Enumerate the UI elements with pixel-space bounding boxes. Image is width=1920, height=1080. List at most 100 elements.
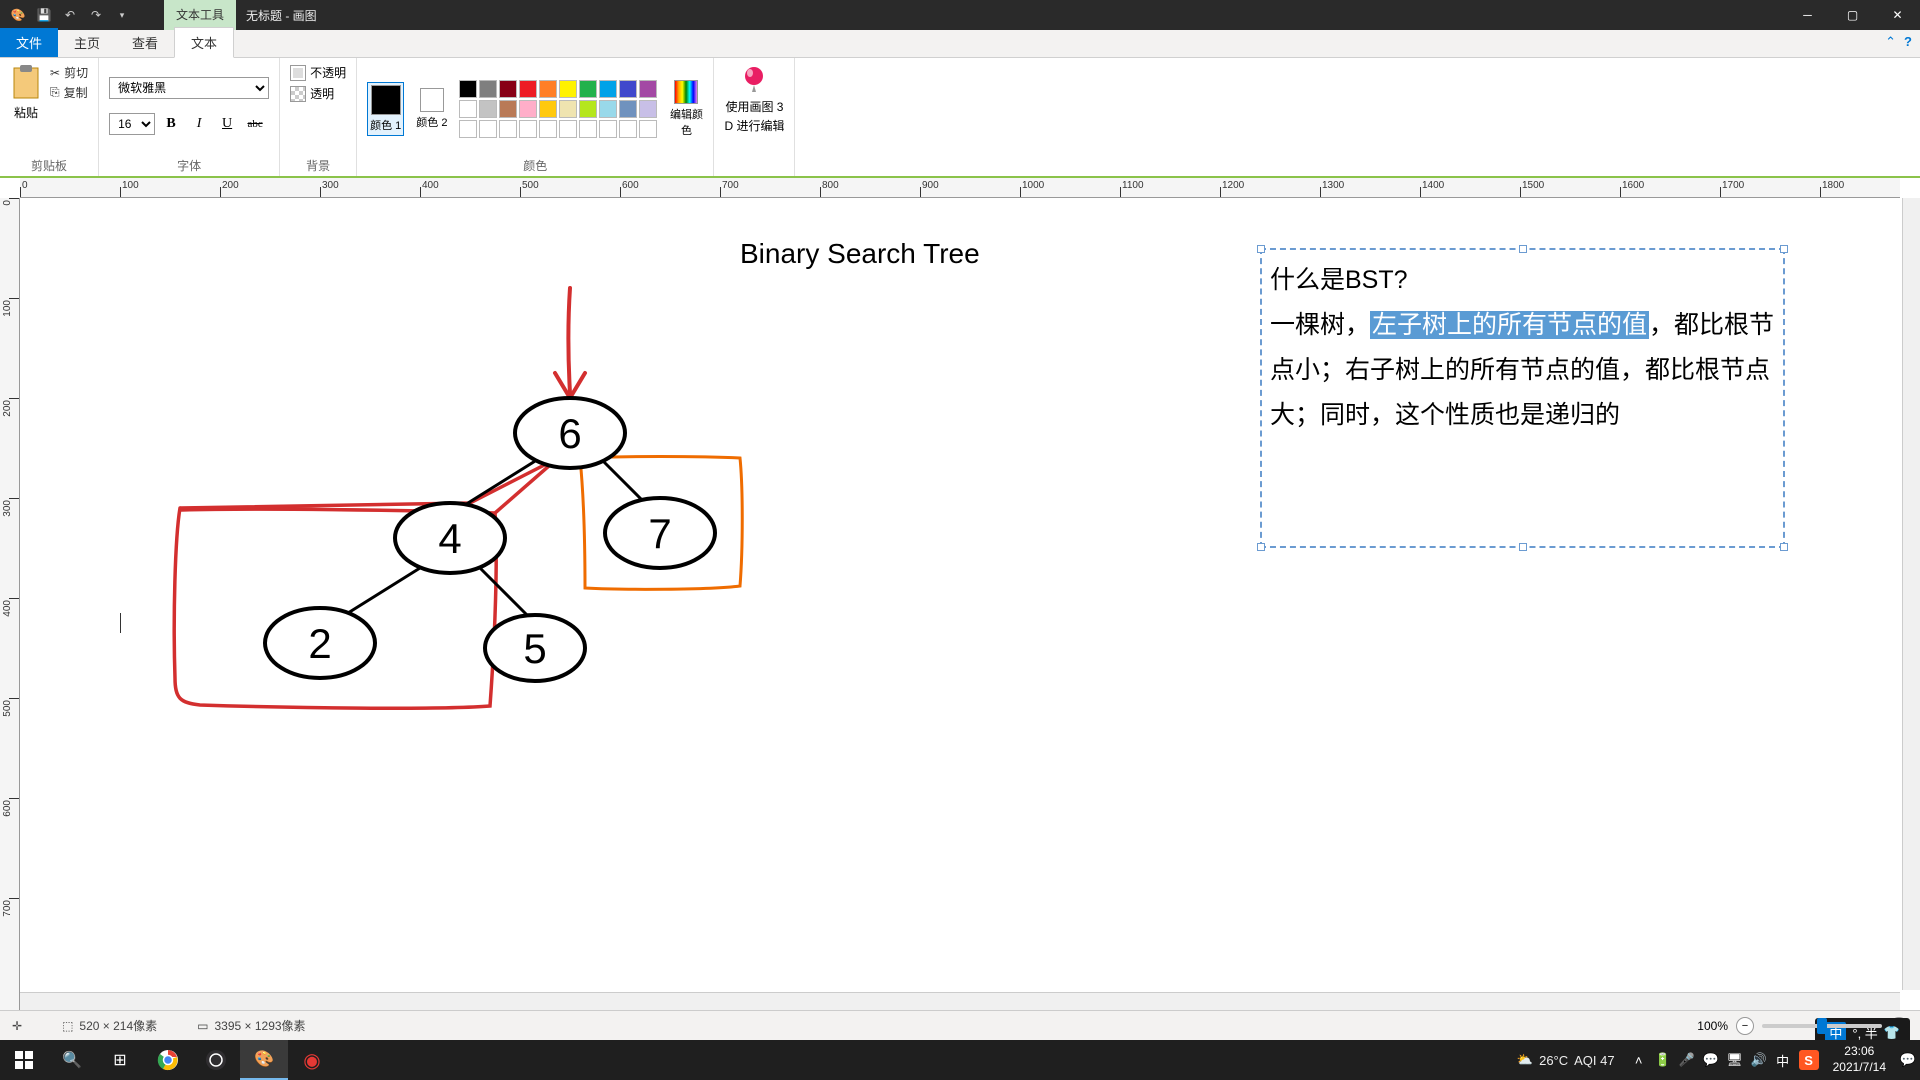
- color-swatch[interactable]: [619, 120, 637, 138]
- weather-icon: ⛅: [1517, 1052, 1533, 1068]
- color-swatch[interactable]: [559, 80, 577, 98]
- transparent-option[interactable]: 透明: [290, 85, 346, 102]
- strikethrough-button[interactable]: abc: [243, 113, 267, 135]
- copy-button[interactable]: ⎘复制: [50, 84, 88, 101]
- color-swatch[interactable]: [559, 120, 577, 138]
- tab-home[interactable]: 主页: [58, 28, 116, 57]
- color-swatch[interactable]: [639, 80, 657, 98]
- close-button[interactable]: ✕: [1875, 0, 1920, 30]
- paint3d-button[interactable]: 使用画图 3 D 进行编辑: [724, 64, 784, 134]
- microphone-icon[interactable]: 🎤: [1675, 1040, 1699, 1080]
- text-tool-context-tab[interactable]: 文本工具: [164, 0, 236, 30]
- color-swatch[interactable]: [599, 120, 617, 138]
- tray-overflow-icon[interactable]: ˄: [1627, 1040, 1651, 1080]
- color-swatch[interactable]: [519, 100, 537, 118]
- network-icon[interactable]: 🖥: [1723, 1040, 1747, 1080]
- canvas[interactable]: Binary Search Tree 什么是BST? 一棵树，左子树上的所有节点…: [20, 198, 1900, 990]
- notifications-icon[interactable]: 💬: [1896, 1040, 1920, 1080]
- minimize-button[interactable]: ─: [1785, 0, 1830, 30]
- save-icon[interactable]: 💾: [32, 3, 56, 27]
- color-swatch[interactable]: [519, 120, 537, 138]
- zoom-slider[interactable]: [1762, 1024, 1882, 1028]
- color-swatch[interactable]: [459, 120, 477, 138]
- color-swatch[interactable]: [519, 80, 537, 98]
- group-label-background: 背景: [290, 153, 346, 174]
- active-text-box[interactable]: 什么是BST? 一棵树，左子树上的所有节点的值，都比根节点小；右子树上的所有节点…: [1260, 248, 1785, 548]
- color-swatch[interactable]: [539, 80, 557, 98]
- resize-handle-sw[interactable]: [1257, 543, 1265, 551]
- resize-handle-se[interactable]: [1780, 543, 1788, 551]
- color-swatch[interactable]: [479, 100, 497, 118]
- tab-file[interactable]: 文件: [0, 28, 58, 57]
- maximize-button[interactable]: ▢: [1830, 0, 1875, 30]
- color-swatch[interactable]: [599, 100, 617, 118]
- color-swatch[interactable]: [539, 100, 557, 118]
- minimize-ribbon-icon[interactable]: ⌃: [1885, 34, 1896, 50]
- underline-button[interactable]: U: [215, 113, 239, 135]
- color-swatch[interactable]: [579, 80, 597, 98]
- color-swatch[interactable]: [499, 80, 517, 98]
- search-button[interactable]: 🔍: [48, 1040, 96, 1080]
- paste-icon: [10, 64, 42, 100]
- wechat-icon[interactable]: 💬: [1699, 1040, 1723, 1080]
- opaque-option[interactable]: 不透明: [290, 64, 346, 81]
- color-swatch[interactable]: [559, 100, 577, 118]
- color-swatch[interactable]: [479, 80, 497, 98]
- chrome-taskbar-icon[interactable]: [144, 1040, 192, 1080]
- edit-colors-button[interactable]: 编辑颜色: [669, 80, 703, 138]
- help-icon[interactable]: ?: [1904, 34, 1912, 50]
- paint-taskbar-icon[interactable]: 🎨: [240, 1040, 288, 1080]
- tab-view[interactable]: 查看: [116, 28, 174, 57]
- palette-row-3: [459, 120, 657, 138]
- group-background: 不透明 透明 背景: [280, 58, 357, 176]
- color-swatch[interactable]: [579, 120, 597, 138]
- zoom-out-button[interactable]: −: [1736, 1017, 1754, 1035]
- taskbar-clock[interactable]: 23:06 2021/7/14: [1823, 1044, 1896, 1075]
- cut-button[interactable]: ✂剪切: [50, 64, 88, 81]
- font-size-select[interactable]: 16: [109, 113, 155, 135]
- color-swatch[interactable]: [619, 80, 637, 98]
- battery-icon[interactable]: 🔋: [1651, 1040, 1675, 1080]
- transparent-icon: [290, 86, 306, 102]
- task-view-button[interactable]: ⊞: [96, 1040, 144, 1080]
- color-swatch[interactable]: [459, 100, 477, 118]
- color-swatch[interactable]: [459, 80, 477, 98]
- qat-dropdown-icon[interactable]: ▾: [110, 3, 134, 27]
- color2-button[interactable]: 颜色 2: [416, 88, 447, 130]
- color-swatch[interactable]: [599, 80, 617, 98]
- vertical-scrollbar[interactable]: [1902, 198, 1920, 990]
- color-swatch[interactable]: [639, 100, 657, 118]
- color-swatch[interactable]: [479, 120, 497, 138]
- palette-row-1: [459, 80, 657, 98]
- paste-button[interactable]: 粘贴: [10, 64, 42, 121]
- italic-button[interactable]: I: [187, 113, 211, 135]
- color-palette: [459, 80, 657, 138]
- undo-icon[interactable]: ↶: [58, 3, 82, 27]
- resize-handle-ne[interactable]: [1780, 245, 1788, 253]
- zoom-slider-thumb[interactable]: [1817, 1018, 1827, 1034]
- redo-icon[interactable]: ↷: [84, 3, 108, 27]
- resize-handle-s[interactable]: [1519, 543, 1527, 551]
- color-swatch[interactable]: [579, 100, 597, 118]
- horizontal-scrollbar[interactable]: [20, 992, 1900, 1010]
- font-family-select[interactable]: 微软雅黑: [109, 77, 269, 99]
- app-taskbar-icon[interactable]: ◉: [288, 1040, 336, 1080]
- obs-taskbar-icon[interactable]: [192, 1040, 240, 1080]
- ime-lang-icon[interactable]: 中: [1771, 1040, 1795, 1080]
- volume-icon[interactable]: 🔊: [1747, 1040, 1771, 1080]
- color-swatch[interactable]: [619, 100, 637, 118]
- start-button[interactable]: [0, 1040, 48, 1080]
- balloon-icon: [738, 64, 770, 96]
- color-swatch[interactable]: [539, 120, 557, 138]
- sogou-icon[interactable]: S: [1799, 1050, 1819, 1070]
- resize-handle-nw[interactable]: [1257, 245, 1265, 253]
- resize-handle-n[interactable]: [1519, 245, 1527, 253]
- color-swatch[interactable]: [639, 120, 657, 138]
- color-swatch[interactable]: [499, 120, 517, 138]
- color1-button[interactable]: 颜色 1: [367, 82, 404, 136]
- weather-widget[interactable]: ⛅ 26°C AQI 47: [1505, 1052, 1627, 1068]
- bold-button[interactable]: B: [159, 113, 183, 135]
- tab-text[interactable]: 文本: [174, 27, 234, 58]
- color-swatch[interactable]: [499, 100, 517, 118]
- ribbon-tabs: 文件 主页 查看 文本 ⌃ ?: [0, 30, 1920, 58]
